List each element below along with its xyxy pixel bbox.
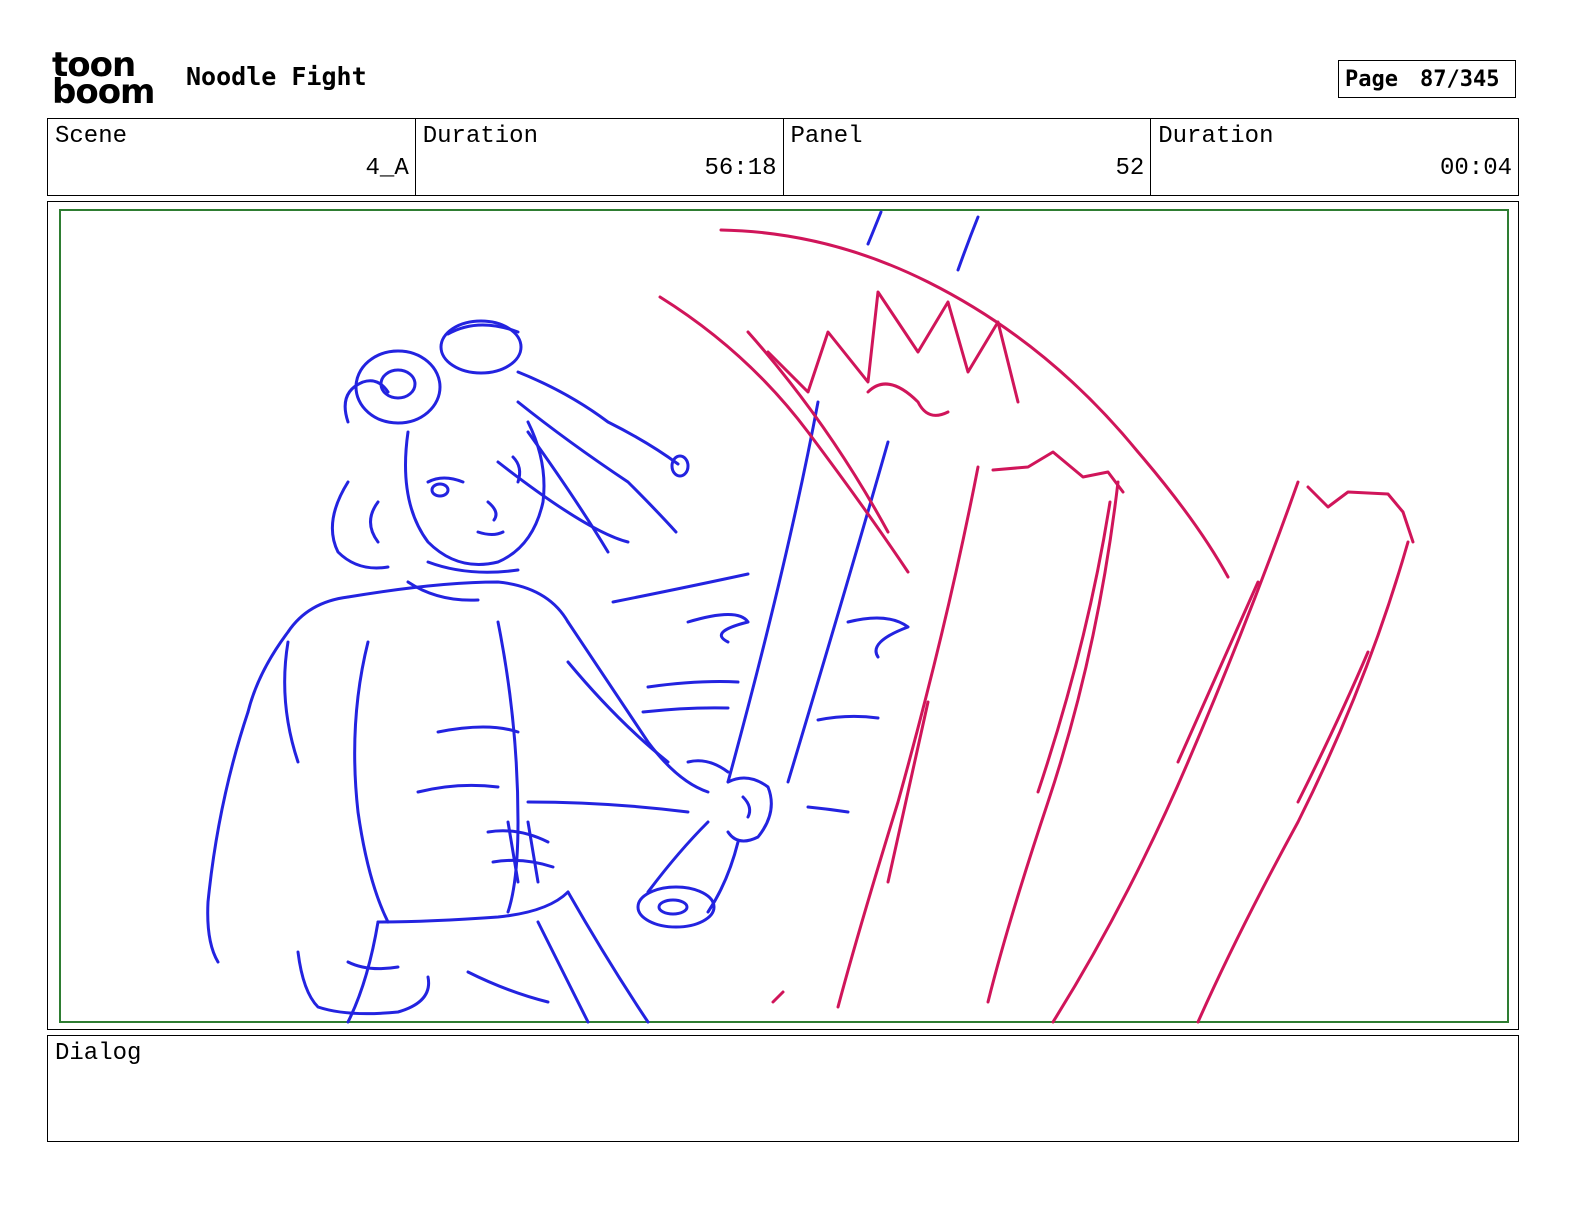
toonboom-logo: toon boom: [52, 48, 164, 112]
panel-info-table: Scene 4_A Duration 56:18 Panel 52 Durati…: [47, 118, 1519, 196]
safe-frame: [59, 209, 1509, 1023]
panel-duration-cell: Duration 00:04: [1151, 119, 1518, 195]
panel-image-frame: [47, 201, 1519, 1030]
logo-line-2: boom: [52, 72, 155, 112]
document-title: Noodle Fight: [186, 62, 367, 91]
scene-value: 4_A: [365, 155, 409, 182]
panel-label: Panel: [790, 123, 863, 150]
character-sketch: [206, 210, 980, 1024]
scene-cell: Scene 4_A: [48, 119, 416, 195]
page-indicator: Page 87/345: [1338, 60, 1516, 98]
storyboard-sketch: [59, 209, 1509, 1024]
impact-sketch: [658, 228, 1415, 1024]
dialog-box: Dialog: [47, 1035, 1519, 1142]
panel-duration-value: 00:04: [1439, 155, 1512, 182]
panel-cell: Panel 52: [784, 119, 1152, 195]
scene-duration-label: Duration: [422, 123, 538, 150]
panel-value: 52: [1115, 155, 1145, 182]
page-label: Page: [1345, 66, 1398, 92]
scene-duration-value: 56:18: [704, 155, 777, 182]
scene-label: Scene: [55, 123, 128, 150]
dialog-label: Dialog: [55, 1040, 142, 1067]
panel-duration-label: Duration: [1158, 123, 1274, 150]
page-number: 87/345: [1419, 66, 1500, 92]
scene-duration-cell: Duration 56:18: [416, 119, 784, 195]
